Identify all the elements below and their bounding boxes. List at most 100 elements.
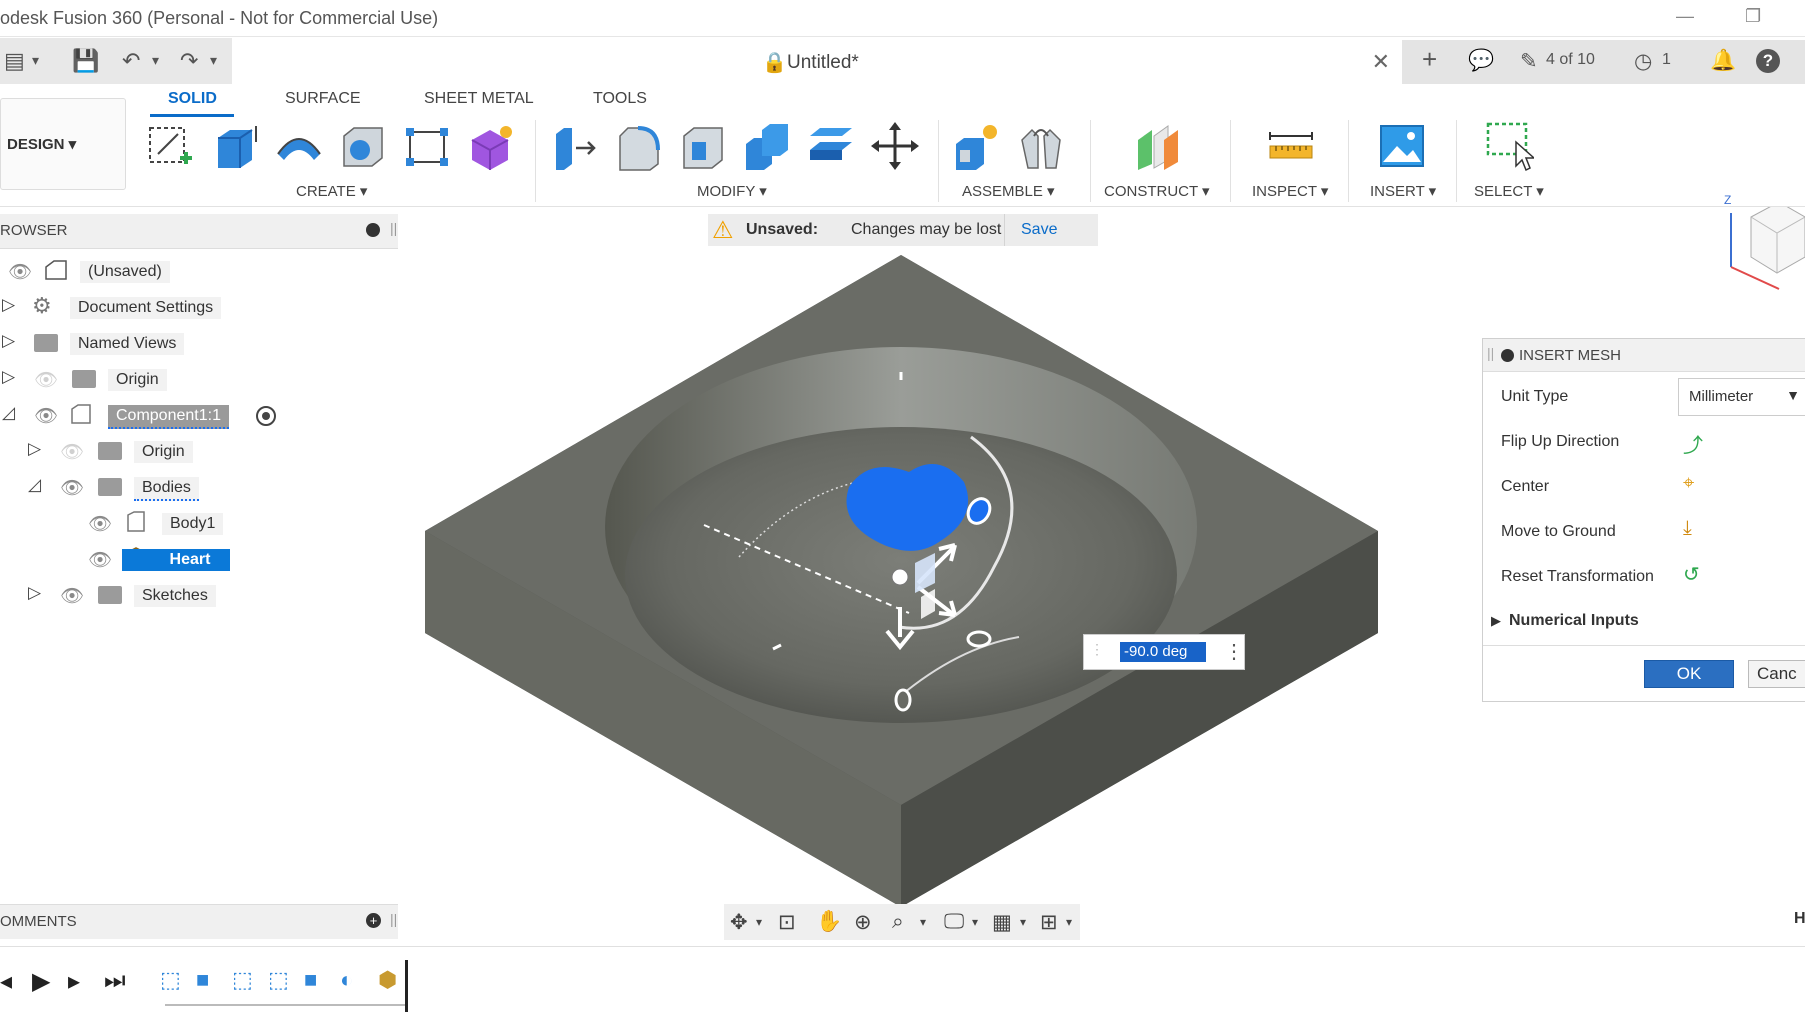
timeline-sketch-icon[interactable]: ⬚	[160, 967, 181, 993]
pattern-icon[interactable]	[402, 120, 452, 172]
fit-icon[interactable]: ⌕	[892, 910, 904, 934]
joint-icon[interactable]	[1016, 120, 1066, 172]
viewports-icon[interactable]: ⊞	[1040, 910, 1058, 935]
step-forward-icon[interactable]: ▸	[68, 967, 80, 996]
timeline-extrude-icon[interactable]: ■	[196, 967, 209, 993]
tree-item-origin[interactable]: ▷ 👁 Origin	[0, 365, 260, 395]
angle-input[interactable]: -90.0 deg	[1120, 642, 1206, 662]
shell-icon[interactable]	[678, 120, 728, 172]
tree-item-root[interactable]: 👁 (Unsaved)	[0, 257, 260, 287]
workspace-switcher[interactable]: DESIGN ▾	[0, 98, 126, 190]
timeline-revolve-icon[interactable]: ◐	[340, 967, 353, 993]
modify-group-label[interactable]: MODIFY ▾	[697, 182, 767, 200]
undo-dropdown-icon[interactable]: ▾	[152, 52, 159, 69]
minimize-button[interactable]: —	[1676, 6, 1694, 27]
timeline-sketch-icon[interactable]: ⬚	[268, 967, 289, 993]
create-group-label[interactable]: CREATE ▾	[296, 182, 367, 200]
expand-arrow-icon[interactable]: ▷	[28, 583, 41, 603]
visibility-eye-icon[interactable]: 👁	[88, 548, 112, 572]
comments-panel-header[interactable]: OMMENTS + ||	[0, 904, 398, 939]
collapse-panel-icon[interactable]	[366, 223, 380, 237]
flip-up-direction-icon[interactable]: ⤴	[1683, 429, 1703, 458]
inspect-group-label[interactable]: INSPECT ▾	[1252, 182, 1328, 200]
new-tab-button[interactable]: +	[1422, 44, 1437, 75]
visibility-eye-icon[interactable]: 👁	[60, 476, 84, 500]
jobs-status[interactable]: 4 of 10	[1546, 51, 1595, 69]
visibility-eye-icon[interactable]: 👁	[60, 584, 84, 608]
expand-arrow-icon[interactable]: ▷	[2, 295, 15, 315]
activate-component-icon[interactable]	[256, 406, 276, 426]
step-back-icon[interactable]: ◂	[0, 967, 12, 996]
hidden-eye-icon[interactable]: 👁	[34, 368, 58, 392]
go-to-end-icon[interactable]: ⏭	[104, 967, 126, 995]
numerical-inputs-arrow-icon[interactable]: ▶	[1491, 613, 1501, 629]
save-link[interactable]: Save	[1021, 221, 1057, 239]
tree-item-named-views[interactable]: ▷ Named Views	[0, 329, 260, 359]
hole-icon[interactable]	[338, 120, 388, 172]
more-options-icon[interactable]: ⋮	[1224, 639, 1244, 664]
cancel-button[interactable]: Canc	[1748, 660, 1805, 688]
close-tab-button[interactable]: ✕	[1372, 49, 1390, 75]
ok-button[interactable]: OK	[1644, 660, 1734, 688]
chevron-down-icon[interactable]: ▾	[1020, 915, 1026, 929]
press-pull-icon[interactable]	[550, 120, 600, 172]
restore-button[interactable]: ❐	[1745, 6, 1761, 27]
chevron-down-icon[interactable]: ▾	[972, 915, 978, 929]
expand-arrow-icon[interactable]: ▷	[28, 439, 41, 459]
visibility-eye-icon[interactable]: 👁	[34, 404, 58, 428]
drag-grip-icon[interactable]: ⋮	[1090, 641, 1104, 658]
move-to-ground-icon[interactable]: ⤓	[1683, 517, 1692, 540]
redo-icon[interactable]: ↷	[180, 48, 198, 74]
tab-surface[interactable]: SURFACE	[285, 90, 361, 108]
play-icon[interactable]: ▶	[32, 967, 50, 996]
add-comment-icon[interactable]: +	[366, 913, 381, 928]
tab-tools[interactable]: TOOLS	[593, 90, 647, 108]
timeline-mesh-icon[interactable]: ⬢	[378, 967, 397, 993]
visibility-eye-icon[interactable]: 👁	[88, 512, 112, 536]
visibility-eye-icon[interactable]: 👁	[8, 260, 32, 284]
file-dropdown-icon[interactable]: ▾	[32, 52, 39, 69]
tree-item-document-settings[interactable]: ▷ ⚙ Document Settings	[0, 293, 260, 323]
expand-arrow-icon[interactable]: ▷	[2, 367, 15, 387]
dialog-header[interactable]: || INSERT MESH	[1483, 339, 1805, 372]
orbit-icon[interactable]: ✥	[730, 910, 748, 935]
construct-group-label[interactable]: CONSTRUCT ▾	[1104, 182, 1210, 200]
angle-input-box[interactable]: ⋮ -90.0 deg ⋮	[1083, 634, 1245, 670]
collapse-dialog-icon[interactable]	[1501, 349, 1514, 362]
notification-bell-icon[interactable]: 🔔	[1710, 49, 1736, 73]
measure-icon[interactable]	[1266, 120, 1316, 172]
unit-type-select[interactable]: Millimeter ▼	[1678, 378, 1805, 416]
create-sketch-icon[interactable]	[146, 120, 196, 172]
tree-item-sketches[interactable]: ▷ 👁 Sketches	[0, 581, 260, 611]
undo-icon[interactable]: ↶	[122, 48, 140, 74]
collapse-arrow-icon[interactable]: ◿	[2, 403, 15, 423]
tree-item-component[interactable]: ◿ 👁 Component1:1	[0, 401, 290, 431]
chevron-down-icon[interactable]: ▾	[1066, 915, 1072, 929]
offset-plane-icon[interactable]	[1132, 120, 1182, 172]
tree-item-sub-origin[interactable]: ▷ 👁 Origin	[0, 437, 260, 467]
display-settings-icon[interactable]: 🖵	[944, 910, 964, 934]
combine-icon[interactable]	[742, 120, 792, 172]
timeline-extrude-icon[interactable]: ■	[304, 967, 317, 993]
expand-arrow-icon[interactable]: ▷	[2, 331, 15, 351]
tab-sheet-metal[interactable]: SHEET METAL	[424, 90, 534, 108]
tree-item-bodies[interactable]: ◿ 👁 Bodies	[0, 473, 260, 503]
jobs-icon[interactable]: ✎	[1520, 49, 1538, 74]
assemble-group-label[interactable]: ASSEMBLE ▾	[962, 182, 1055, 200]
collapse-arrow-icon[interactable]: ◿	[28, 475, 41, 495]
offset-face-icon[interactable]	[806, 120, 856, 172]
tree-item-body1[interactable]: 👁 Body1	[0, 509, 260, 539]
select-group-label[interactable]: SELECT ▾	[1474, 182, 1544, 200]
select-icon[interactable]	[1484, 120, 1536, 172]
save-icon[interactable]: 💾	[72, 48, 99, 74]
extrude-icon[interactable]	[210, 120, 260, 172]
grid-icon[interactable]: ▦	[992, 910, 1012, 935]
create-form-icon[interactable]	[466, 120, 516, 172]
chevron-down-icon[interactable]: ▾	[920, 915, 926, 929]
tree-item-heart[interactable]: 👁 Heart	[0, 545, 240, 575]
comments-icon[interactable]: 💬	[1468, 49, 1494, 73]
pan-icon[interactable]: ✋	[816, 910, 842, 934]
panel-pin-icon[interactable]: ||	[390, 220, 397, 236]
document-tab[interactable]: 🔒 Untitled* ✕	[232, 40, 1402, 85]
look-at-icon[interactable]: ⊡	[778, 910, 796, 935]
